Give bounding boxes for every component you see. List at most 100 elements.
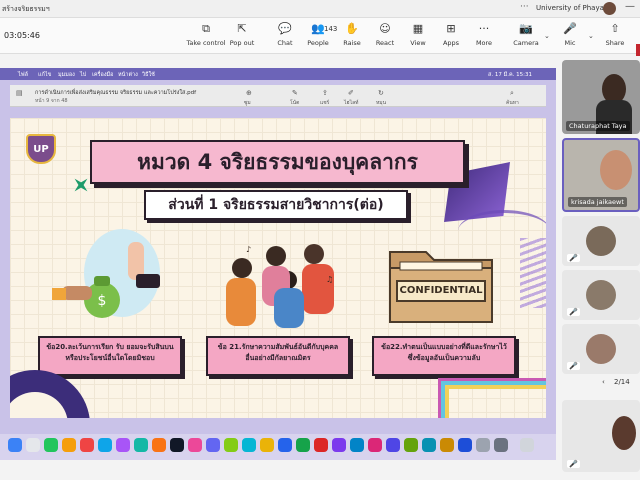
dock-app-icon[interactable] — [26, 438, 40, 452]
highlight-icon[interactable]: ✐ — [348, 89, 354, 97]
trash-icon[interactable] — [520, 438, 534, 452]
dock-app-icon[interactable] — [314, 438, 328, 452]
pop-out-button[interactable]: ⇱ Pop out — [222, 22, 262, 52]
camera-options-chevron-icon[interactable]: ⌄ — [544, 32, 550, 40]
document-filename: การดำเนินการเพื่อส่งเสริมคุณธรรม จริยธรร… — [35, 90, 197, 96]
ethics-card-22: ข้อ22.ทำตนเป็นแบบอย่างที่ดีและรักษาไว้ซึ… — [372, 336, 516, 376]
menu-item-window[interactable]: หน้าต่าง — [118, 71, 138, 79]
camera-button[interactable]: 📷 Camera — [506, 22, 546, 52]
dock-app-icon[interactable] — [206, 438, 220, 452]
stripe-decoration — [520, 238, 546, 308]
dock-app-icon[interactable] — [62, 438, 76, 452]
apps-icon: ⊞ — [446, 22, 456, 35]
dock-app-icon[interactable] — [98, 438, 112, 452]
shared-screen[interactable]: ไฟล์ แก้ไข มุมมอง ไป เครื่องมือ หน้าต่าง… — [0, 68, 556, 460]
minimize-button[interactable]: — — [625, 1, 635, 12]
dock-app-icon[interactable] — [242, 438, 256, 452]
dock-app-icon[interactable] — [494, 438, 508, 452]
take-control-button[interactable]: ⧉ Take control — [186, 22, 226, 52]
dock-app-icon[interactable] — [134, 438, 148, 452]
dock-app-icon[interactable] — [188, 438, 202, 452]
note-icon[interactable]: ✎ — [292, 89, 298, 97]
previous-page-icon[interactable]: ‹ — [602, 378, 605, 386]
raise-hand-icon: ✋ — [345, 22, 359, 35]
dock-app-icon[interactable] — [422, 438, 436, 452]
title-bar: สร้างจริยธรรมฯ ··· University of Phayao … — [0, 0, 640, 18]
dock-app-icon[interactable] — [260, 438, 274, 452]
camera-icon: 📷 — [519, 22, 533, 35]
dock-app-icon[interactable] — [296, 438, 310, 452]
page-indicator: หน้า 9 จาก 48 — [35, 98, 68, 104]
gallery-pager: ‹ 2/14 — [602, 378, 630, 386]
dock-app-icon[interactable] — [278, 438, 292, 452]
presentation-slide: UP หมวด 4 จริยธรรมของบุคลากร ส่วนที่ 1 จ… — [10, 118, 546, 418]
participant-tile[interactable]: Chaturaphat Taya — [562, 60, 640, 134]
dock-app-icon[interactable] — [116, 438, 130, 452]
menu-item-edit[interactable]: แก้ไข — [38, 71, 51, 79]
participant-tile[interactable]: 🎤 — [562, 216, 640, 266]
svg-text:♫: ♫ — [326, 275, 333, 284]
ethics-card-20: ข้อ20.ละเว้นการเรียก รับ ยอมจะรับสินบนหร… — [38, 336, 182, 376]
friendly-people-illustration: ♪ ♫ — [226, 244, 334, 328]
rotate-icon[interactable]: ↻ — [378, 89, 384, 97]
menu-item-tools[interactable]: เครื่องมือ — [92, 71, 113, 79]
sidebar-toggle-icon[interactable]: ▤ — [16, 89, 23, 97]
more-icon: ··· — [478, 22, 490, 35]
mic-muted-icon: 🎤 — [567, 254, 580, 262]
university-logo: UP — [26, 134, 56, 164]
mic-muted-icon: 🎤 — [567, 362, 580, 370]
share-button[interactable]: ⇧ Share — [595, 22, 635, 52]
pdf-viewer-toolbar: ▤ การดำเนินการเพื่อส่งเสริมคุณธรรม จริยธ… — [10, 85, 546, 107]
more-button[interactable]: ··· More — [464, 22, 504, 52]
dock-app-icon[interactable] — [386, 438, 400, 452]
dock-app-icon[interactable] — [440, 438, 454, 452]
dock-app-icon[interactable] — [170, 438, 184, 452]
dock-app-icon[interactable] — [368, 438, 382, 452]
participant-avatar — [586, 280, 616, 310]
participant-tile[interactable]: 🎤 — [562, 400, 640, 472]
zoom-icon[interactable]: ⊕ — [246, 89, 252, 97]
share-doc-icon[interactable]: ⇪ — [322, 89, 328, 97]
participant-tile-active-speaker[interactable]: krisada jaikaewt — [562, 138, 640, 212]
dock-app-icon[interactable] — [80, 438, 94, 452]
ethics-card-21: ข้อ 21.รักษาความสัมพันธ์อันดีกับบุคคลอื่… — [206, 336, 350, 376]
dock-app-icon[interactable] — [476, 438, 490, 452]
dock-app-icon[interactable] — [224, 438, 238, 452]
bribe-money-illustration: $ — [52, 229, 160, 318]
menu-item-go[interactable]: ไป — [80, 71, 86, 79]
more-options-icon[interactable]: ··· — [520, 2, 529, 12]
svg-text:$: $ — [98, 293, 107, 309]
dock-app-icon[interactable] — [44, 438, 58, 452]
slide-title: หมวด 4 จริยธรรมของบุคลากร — [90, 140, 465, 184]
dock-app-icon[interactable] — [404, 438, 418, 452]
confidential-label: CONFIDENTIAL — [396, 280, 486, 302]
dock-app-icon[interactable] — [332, 438, 346, 452]
mic-muted-icon: 🎤 — [567, 308, 580, 316]
dock-app-icon[interactable] — [458, 438, 472, 452]
participant-gallery: Chaturaphat Taya krisada jaikaewt 🎤 🎤 🎤 … — [558, 56, 640, 480]
slide-subtitle: ส่วนที่ 1 จริยธรรมสายวิชาการ(ต่อ) — [144, 190, 408, 220]
search-icon[interactable]: ⌕ — [510, 89, 514, 98]
page-count: 2/14 — [614, 378, 630, 386]
mac-menu-bar: ไฟล์ แก้ไข มุมมอง ไป เครื่องมือ หน้าต่าง… — [0, 68, 556, 80]
participant-avatar — [586, 226, 616, 256]
menu-item-help[interactable]: วิธีใช้ — [142, 71, 155, 79]
mic-button[interactable]: 🎤 Mic — [550, 22, 590, 52]
participant-tile[interactable]: 🎤 — [562, 324, 640, 374]
svg-text:♪: ♪ — [246, 245, 251, 254]
window-title: สร้างจริยธรรมฯ — [2, 5, 50, 13]
user-avatar[interactable] — [603, 2, 616, 15]
participant-tile[interactable]: 🎤 — [562, 270, 640, 320]
take-control-icon: ⧉ — [202, 22, 210, 35]
mic-options-chevron-icon[interactable]: ⌄ — [588, 32, 594, 40]
participant-video — [612, 416, 636, 450]
menu-item-view[interactable]: มุมมอง — [58, 71, 75, 79]
menu-item-file[interactable]: ไฟล์ — [18, 71, 28, 79]
dock-app-icon[interactable] — [152, 438, 166, 452]
pop-out-icon: ⇱ — [237, 22, 247, 35]
dock-app-icon[interactable] — [350, 438, 364, 452]
people-icon: 👥 — [311, 22, 325, 35]
participant-name: krisada jaikaewt — [568, 197, 627, 207]
organization-name[interactable]: University of Phayao — [536, 4, 608, 12]
dock-app-icon[interactable] — [8, 438, 22, 452]
